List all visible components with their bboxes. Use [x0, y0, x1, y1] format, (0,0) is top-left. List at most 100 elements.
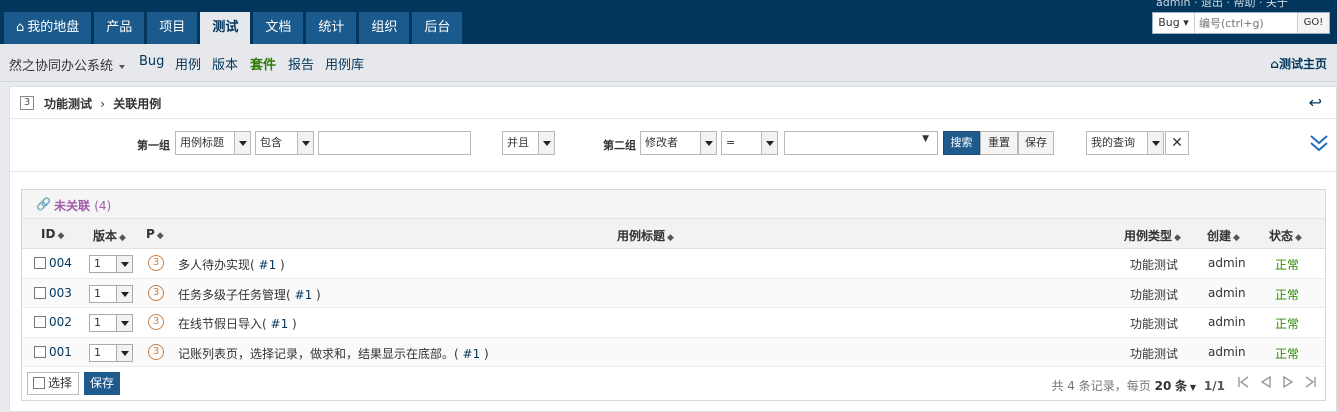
case-ref-link[interactable]: #1 [463, 347, 481, 361]
nav-item-doc[interactable]: 文档 [253, 12, 304, 44]
group1-operator-select[interactable]: 包含 [255, 131, 314, 155]
dropdown-arrow-icon [297, 132, 313, 154]
nav-item-label: 我的地盘 [27, 20, 80, 35]
subnav-item-case[interactable]: 用例 [175, 54, 201, 73]
case-ref-link[interactable]: #1 [271, 317, 289, 331]
sub-navbar: 然之协同办公系统 Bug 用例 版本 套件 报告 用例库 ⌂测试主页 [0, 44, 1337, 82]
back-icon[interactable]: ↩ [1309, 93, 1322, 112]
double-chevron-down-icon[interactable] [1308, 132, 1330, 154]
case-ref-link[interactable]: #1 [259, 258, 277, 272]
version-value: 1 [94, 345, 101, 359]
nav-item-report[interactable]: 统计 [306, 12, 357, 44]
dropdown-arrow-icon [234, 132, 250, 154]
column-header-title-label: 用例标题 [617, 229, 666, 243]
test-home-label: 测试主页 [1278, 57, 1327, 71]
search-input[interactable] [1195, 13, 1295, 33]
breadcrumb-suite[interactable]: 功能测试 [44, 97, 92, 111]
subnav-item-caselib[interactable]: 用例库 [325, 54, 364, 73]
nav-item-product[interactable]: 产品 [94, 12, 145, 44]
unlinked-cases-table: 🔗 未关联 (4) ID ◆ 版本 ◆ P ◆ 用例标题 ◆ 用例类型 ◆ 创建 ◆ 状态 ◆… [21, 189, 1326, 401]
subnav-item-report[interactable]: 报告 [288, 54, 314, 73]
case-title: 多人待办实现( #1 ) [178, 258, 285, 272]
case-id-link[interactable]: 002 [49, 315, 72, 329]
group1-value-input[interactable] [318, 131, 471, 155]
group1-field-value: 用例标题 [180, 136, 224, 149]
last-page-icon[interactable] [1303, 375, 1317, 389]
dropdown-arrow-icon [116, 256, 132, 272]
nav-item-company[interactable]: 组织 [359, 12, 410, 44]
first-page-icon[interactable] [1237, 375, 1251, 389]
search-type-label: Bug [1158, 16, 1180, 29]
nav-item-my[interactable]: ⌂ 我的地盘 [4, 12, 92, 44]
row-checkbox[interactable] [34, 257, 46, 269]
caret-down-icon [119, 64, 126, 69]
version-select[interactable]: 1 [89, 314, 133, 332]
prev-page-icon[interactable] [1259, 375, 1273, 389]
search-form: 第一组 用例标题 包含 并且 第二组 修改者 = ▼ 搜索 重置 保存 我的查询… [10, 120, 1336, 172]
product-switcher[interactable]: 然之协同办公系统 [9, 55, 126, 74]
column-header-version[interactable]: 版本 ◆ [93, 227, 126, 244]
subnav-item-build[interactable]: 版本 [212, 54, 238, 73]
version-value: 1 [94, 316, 101, 329]
test-home-link[interactable]: ⌂测试主页 [1270, 55, 1327, 72]
group1-field-select[interactable]: 用例标题 [175, 131, 251, 155]
nav-item-project[interactable]: 项目 [147, 12, 198, 44]
go-button[interactable]: GO! [1297, 13, 1329, 33]
table-title-bar: 🔗 未关联 (4) [22, 190, 1325, 219]
column-header-type[interactable]: 用例类型 ◆ [1124, 227, 1181, 244]
case-title-text: 任务多级子任务管理 [178, 287, 287, 302]
nav-item-test[interactable]: 测试 [200, 12, 251, 44]
group2-operator-select[interactable]: = [721, 131, 778, 155]
subnav-item-bug[interactable]: Bug [139, 54, 164, 69]
status-badge: 正常 [1275, 258, 1300, 272]
next-page-icon[interactable] [1281, 375, 1295, 389]
subnav-item-suite[interactable]: 套件 [250, 54, 276, 73]
case-id-link[interactable]: 001 [49, 345, 72, 359]
case-id-link[interactable]: 004 [49, 256, 72, 270]
case-type: 功能测试 [1130, 287, 1179, 302]
row-checkbox[interactable] [34, 345, 46, 358]
caret-down-icon: ▼ [922, 134, 929, 144]
pager-nav [1237, 375, 1317, 389]
select-all-checkbox[interactable]: 选择 [27, 372, 79, 395]
nav-item-admin[interactable]: 后台 [412, 12, 463, 44]
sort-icon: ◆ [156, 231, 164, 241]
user-links[interactable]: admin · 退出 · 帮助 · 关于 [1156, 0, 1288, 10]
group2-value-select[interactable]: ▼ [784, 131, 938, 155]
close-icon[interactable]: ✕ [1165, 131, 1189, 155]
column-header-title[interactable]: 用例标题 ◆ [617, 227, 674, 244]
save-query-button[interactable]: 保存 [1018, 131, 1054, 155]
nav-item-label: 文档 [265, 20, 292, 35]
version-value: 1 [94, 286, 101, 300]
version-select[interactable]: 1 [89, 255, 133, 273]
breadcrumb: 功能测试 › 关联用例 [44, 95, 161, 112]
column-header-id[interactable]: ID ◆ [41, 227, 64, 241]
version-select[interactable]: 1 [89, 343, 133, 362]
column-header-type-label: 用例类型 [1124, 229, 1173, 243]
save-button[interactable]: 保存 [84, 372, 120, 395]
table-header: ID ◆ 版本 ◆ P ◆ 用例标题 ◆ 用例类型 ◆ 创建 ◆ 状态 ◆ [22, 219, 1325, 249]
logic-select[interactable]: 并且 [502, 131, 555, 155]
my-query-select[interactable]: 我的查询 [1086, 131, 1164, 155]
case-id-link[interactable]: 003 [49, 286, 72, 300]
pager-per-page[interactable]: 20 [1155, 379, 1172, 393]
case-ref-link[interactable]: #1 [295, 288, 313, 302]
case-type: 功能测试 [1130, 258, 1179, 272]
column-header-priority[interactable]: P ◆ [146, 227, 164, 241]
group1-label: 第一组 [137, 139, 170, 152]
column-header-creator[interactable]: 创建 ◆ [1207, 227, 1240, 244]
nav-item-label: 产品 [106, 20, 133, 35]
column-header-status[interactable]: 状态 ◆ [1269, 227, 1302, 244]
breadcrumb-separator: › [100, 97, 106, 111]
search-button[interactable]: 搜索 [943, 131, 980, 155]
group2-field-select[interactable]: 修改者 [640, 131, 717, 155]
row-checkbox[interactable] [34, 316, 46, 328]
row-checkbox[interactable] [34, 286, 46, 299]
priority-badge: 3 [148, 314, 164, 330]
case-title: 在线节假日导入( #1 ) [178, 317, 297, 331]
status-badge: 正常 [1275, 317, 1300, 331]
version-select[interactable]: 1 [89, 284, 133, 303]
pager-summary: 共 4 条记录，每页 20 条 ▼ 1/1 [1051, 377, 1225, 394]
search-type-dropdown[interactable]: Bug ▾ [1153, 13, 1195, 33]
reset-button[interactable]: 重置 [980, 131, 1018, 155]
